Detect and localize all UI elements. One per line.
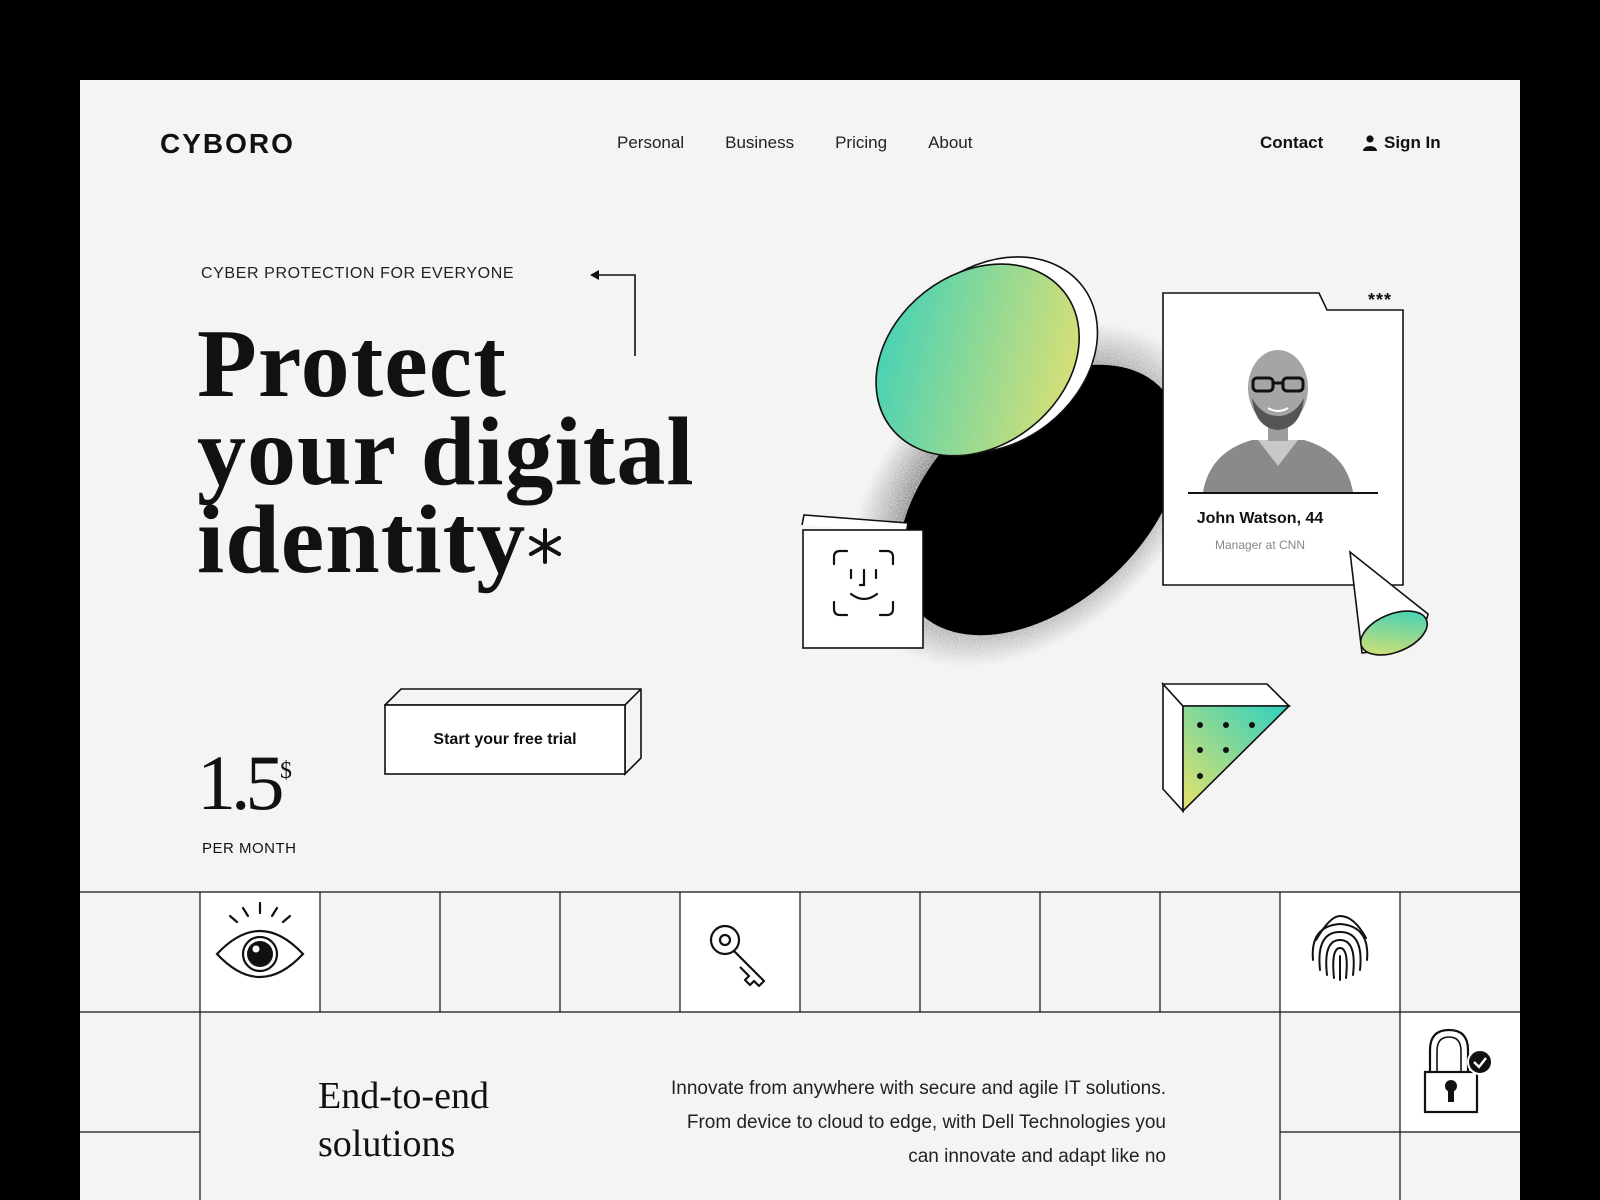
gradient-cone bbox=[1348, 550, 1429, 656]
section-body: Innovate from anywhere with secure and a… bbox=[671, 1078, 1166, 1167]
section-title-line-1: End-to-end bbox=[318, 1075, 489, 1117]
gradient-prism bbox=[1161, 681, 1291, 814]
headline-line-1: Protect bbox=[197, 310, 507, 418]
key-icon bbox=[709, 924, 766, 988]
sign-in-button[interactable]: Sign In bbox=[1363, 133, 1441, 153]
start-trial-button[interactable]: Start your free trial bbox=[384, 688, 648, 790]
headline-line-2: your digital bbox=[197, 398, 695, 506]
start-trial-label: Start your free trial bbox=[433, 730, 577, 748]
main-nav: Personal Business Pricing About bbox=[617, 133, 973, 153]
section-title-line-2: solutions bbox=[318, 1123, 456, 1165]
fingerprint-icon bbox=[1311, 914, 1369, 981]
sign-in-label: Sign In bbox=[1384, 133, 1441, 152]
hero-illustration bbox=[801, 256, 1429, 814]
arrow-left-icon bbox=[590, 270, 636, 356]
brand-logo[interactable]: CYBORO bbox=[160, 128, 295, 160]
section-title: End-to-end solutions bbox=[318, 1072, 489, 1168]
price-period: PER MONTH bbox=[202, 840, 297, 857]
asterisk-icon bbox=[529, 528, 561, 564]
lock-check-icon bbox=[1423, 1028, 1493, 1114]
nav-item-about[interactable]: About bbox=[928, 133, 972, 153]
price-value: 1.5 bbox=[197, 739, 284, 826]
page-frame: CYBORO Personal Business Pricing About C… bbox=[80, 80, 1520, 1200]
shadow-blob bbox=[851, 322, 1209, 668]
hero-eyebrow: CYBER PROTECTION FOR EVERYONE bbox=[201, 265, 515, 282]
headline-line-3: identity bbox=[197, 486, 527, 594]
nav-item-pricing[interactable]: Pricing bbox=[835, 133, 887, 153]
price-currency: $ bbox=[280, 758, 292, 784]
avatar bbox=[1203, 350, 1353, 492]
hero-headline: Protect your digital identity bbox=[197, 310, 757, 594]
profile-name: John Watson, 44 bbox=[1196, 510, 1324, 527]
card-menu-dots[interactable]: *** bbox=[1368, 290, 1392, 311]
contact-link[interactable]: Contact bbox=[1260, 133, 1323, 153]
nav-item-personal[interactable]: Personal bbox=[617, 133, 684, 153]
eye-icon bbox=[215, 901, 305, 978]
user-icon bbox=[1363, 135, 1377, 151]
gradient-disc bbox=[875, 256, 1099, 457]
face-id-icon bbox=[801, 514, 924, 649]
nav-item-business[interactable]: Business bbox=[725, 133, 794, 153]
feature-grid bbox=[80, 891, 1520, 1200]
profile-role: Manager at CNN bbox=[1214, 538, 1306, 552]
